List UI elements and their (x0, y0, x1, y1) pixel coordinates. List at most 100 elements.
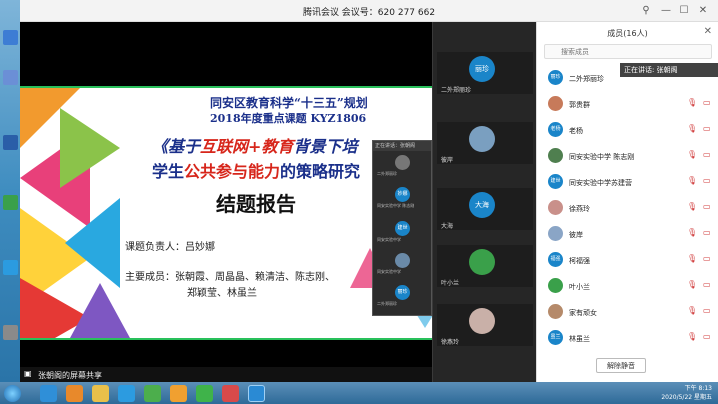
taskbar-app-icon[interactable] (222, 385, 239, 402)
speaking-indicator: 正在讲话: 张朝阁 (620, 63, 718, 77)
avatar: 虽兰 (548, 330, 563, 345)
desktop-app-icon[interactable] (3, 70, 18, 85)
maximize-icon[interactable]: ☐ (678, 4, 690, 17)
video-tile[interactable]: 徐燕玲 (437, 304, 533, 346)
decorative-shape (70, 283, 130, 338)
camera-off-icon[interactable]: ▭ (703, 332, 711, 341)
close-icon[interactable]: ✕ (704, 26, 712, 37)
avatar (548, 200, 563, 215)
avatar (548, 304, 563, 319)
desktop-app-icon[interactable] (3, 260, 18, 275)
mic-muted-icon[interactable]: 🎙 (687, 280, 697, 289)
member-row[interactable]: 家有顽女 🎙 ▭ (537, 300, 718, 326)
mic-muted-icon[interactable]: 🎙 (687, 254, 697, 263)
member-search-input[interactable] (544, 44, 712, 59)
taskbar-app-icon[interactable] (248, 385, 265, 402)
member-row[interactable]: 同安实验中学 陈志刚 🎙 ▭ (537, 144, 718, 170)
mic-muted-icon[interactable]: 🎙 (687, 306, 697, 315)
member-row[interactable]: 老杨 老杨 🎙 ▭ (537, 118, 718, 144)
camera-off-icon[interactable]: ▭ (703, 150, 711, 159)
camera-off-icon[interactable]: ▭ (703, 176, 711, 185)
video-tile[interactable]: 大海 大海 (437, 188, 533, 230)
camera-off-icon[interactable]: ▭ (703, 202, 711, 211)
floating-participant[interactable]: 丽珍 二外郑丽珍 (377, 285, 429, 307)
slide-report-title: 结题报告 (216, 192, 296, 216)
mic-muted-icon[interactable]: 🎙 (687, 124, 697, 133)
screen-share-label: 张朝阁的屏幕共享 (38, 371, 102, 380)
camera-off-icon[interactable]: ▭ (703, 98, 711, 107)
unmute-all-button[interactable]: 解除静音 (596, 358, 646, 373)
slide-heading-1: 同安区教育科学“十三五”规划 (210, 96, 368, 110)
mic-muted-icon[interactable]: 🎙 (687, 98, 697, 107)
member-name: 林虽兰 (569, 335, 590, 343)
member-row[interactable]: 建世 同安实验中学苏建营 🎙 ▭ (537, 170, 718, 196)
camera-off-icon[interactable]: ▭ (703, 228, 711, 237)
taskbar-app-icon[interactable] (170, 385, 187, 402)
video-tile[interactable]: 彼岸 (437, 122, 533, 164)
desktop-app-icon[interactable] (3, 325, 18, 340)
avatar: 丽珍 (469, 56, 495, 82)
member-row[interactable]: 福强 柯福强 🎙 ▭ (537, 248, 718, 274)
taskbar-app-icon[interactable] (92, 385, 109, 402)
mic-muted-icon[interactable]: 🎙 (687, 176, 697, 185)
video-tile-name: 大海 (441, 223, 454, 230)
slide-heading-2: 2018年度重点课题 KYZ1806 (210, 112, 367, 125)
member-name: 二外郑丽珍 (569, 75, 604, 83)
mic-muted-icon[interactable]: 🎙 (687, 332, 697, 341)
member-row[interactable]: 徐燕玲 🎙 ▭ (537, 196, 718, 222)
camera-off-icon[interactable]: ▭ (703, 280, 711, 289)
avatar (469, 126, 495, 152)
taskbar-app-icon[interactable] (144, 385, 161, 402)
camera-off-icon[interactable]: ▭ (703, 306, 711, 315)
pin-icon[interactable]: ⚲ (640, 4, 652, 17)
floating-participant[interactable]: 妙娜 同安实验中学 陈志刚 (377, 187, 429, 209)
taskbar-app-icon[interactable] (118, 385, 135, 402)
taskbar-app-icon[interactable] (40, 385, 57, 402)
mic-muted-icon[interactable]: 🎙 (687, 150, 697, 159)
slide-members: 主要成员：张朝霞、周晶晶、赖清洁、陈志刚、 (125, 272, 335, 283)
floating-participant[interactable]: 二外郑丽珍 (377, 155, 429, 177)
mic-muted-icon[interactable]: 🎙 (687, 228, 697, 237)
taskbar-clock[interactable]: 下午 8:13 2020/5/22 星期五 (656, 384, 712, 402)
avatar: 福强 (548, 252, 563, 267)
minimize-icon[interactable]: — (660, 4, 672, 17)
desktop-app-icon[interactable] (3, 30, 18, 45)
participant-name: 同安实验中学 (377, 237, 401, 242)
avatar: 大海 (469, 192, 495, 218)
window-title: 腾讯会议 会议号：620 277 662 (302, 8, 436, 18)
avatar (548, 148, 563, 163)
camera-off-icon[interactable]: ▭ (703, 254, 711, 263)
slide-title-line-2: 学生公共参与能力的策略研究 (152, 158, 360, 182)
title-bar: 腾讯会议 会议号：620 277 662 ⚲ — ☐ ✕ (20, 0, 718, 22)
desktop-app-icon[interactable] (3, 135, 18, 150)
member-name: 郭贵群 (569, 101, 590, 109)
avatar (469, 308, 495, 334)
taskbar-app-icon[interactable] (66, 385, 83, 402)
taskbar-app-icon[interactable] (196, 385, 213, 402)
close-icon[interactable]: ✕ (697, 4, 709, 17)
start-button[interactable] (4, 385, 21, 402)
video-tile[interactable]: 叶小兰 (437, 245, 533, 287)
participant-name: 二外郑丽珍 (377, 301, 397, 306)
desktop-app-icon[interactable] (3, 195, 18, 210)
participant-name: 同安实验中学 陈志刚 (377, 203, 415, 208)
member-row[interactable]: 彼岸 🎙 ▭ (537, 222, 718, 248)
floating-participant-panel[interactable]: 正在讲话：张朝阁 二外郑丽珍 妙娜 同安实验中学 陈志刚 建世 同安实验中学 同… (372, 140, 432, 316)
floating-participant[interactable]: 建世 同安实验中学 (377, 221, 429, 243)
mic-muted-icon[interactable]: 🎙 (687, 202, 697, 211)
avatar: 丽珍 (548, 70, 563, 85)
floating-panel-header: 正在讲话：张朝阁 (373, 141, 431, 151)
member-row[interactable]: 郭贵群 🎙 ▭ (537, 92, 718, 118)
member-row[interactable]: 叶小兰 🎙 ▭ (537, 274, 718, 300)
member-row[interactable]: 虽兰 林虽兰 🎙 ▭ (537, 326, 718, 352)
member-name: 叶小兰 (569, 283, 590, 291)
video-tile-name: 彼岸 (441, 157, 454, 164)
video-gallery: 丽珍 二外郑丽珍 彼岸 大海 大海 叶小兰 徐燕玲 (432, 22, 536, 382)
member-name: 彼岸 (569, 231, 583, 239)
slide-title-line-1: 《基于互联网+教育背景下培 (152, 133, 357, 157)
avatar (469, 249, 495, 275)
floating-participant[interactable]: 同安实验中学 (377, 253, 429, 275)
camera-off-icon[interactable]: ▭ (703, 124, 711, 133)
slide-leader: 课题负责人：吕妙娜 (125, 242, 215, 253)
video-tile[interactable]: 丽珍 二外郑丽珍 (437, 52, 533, 94)
